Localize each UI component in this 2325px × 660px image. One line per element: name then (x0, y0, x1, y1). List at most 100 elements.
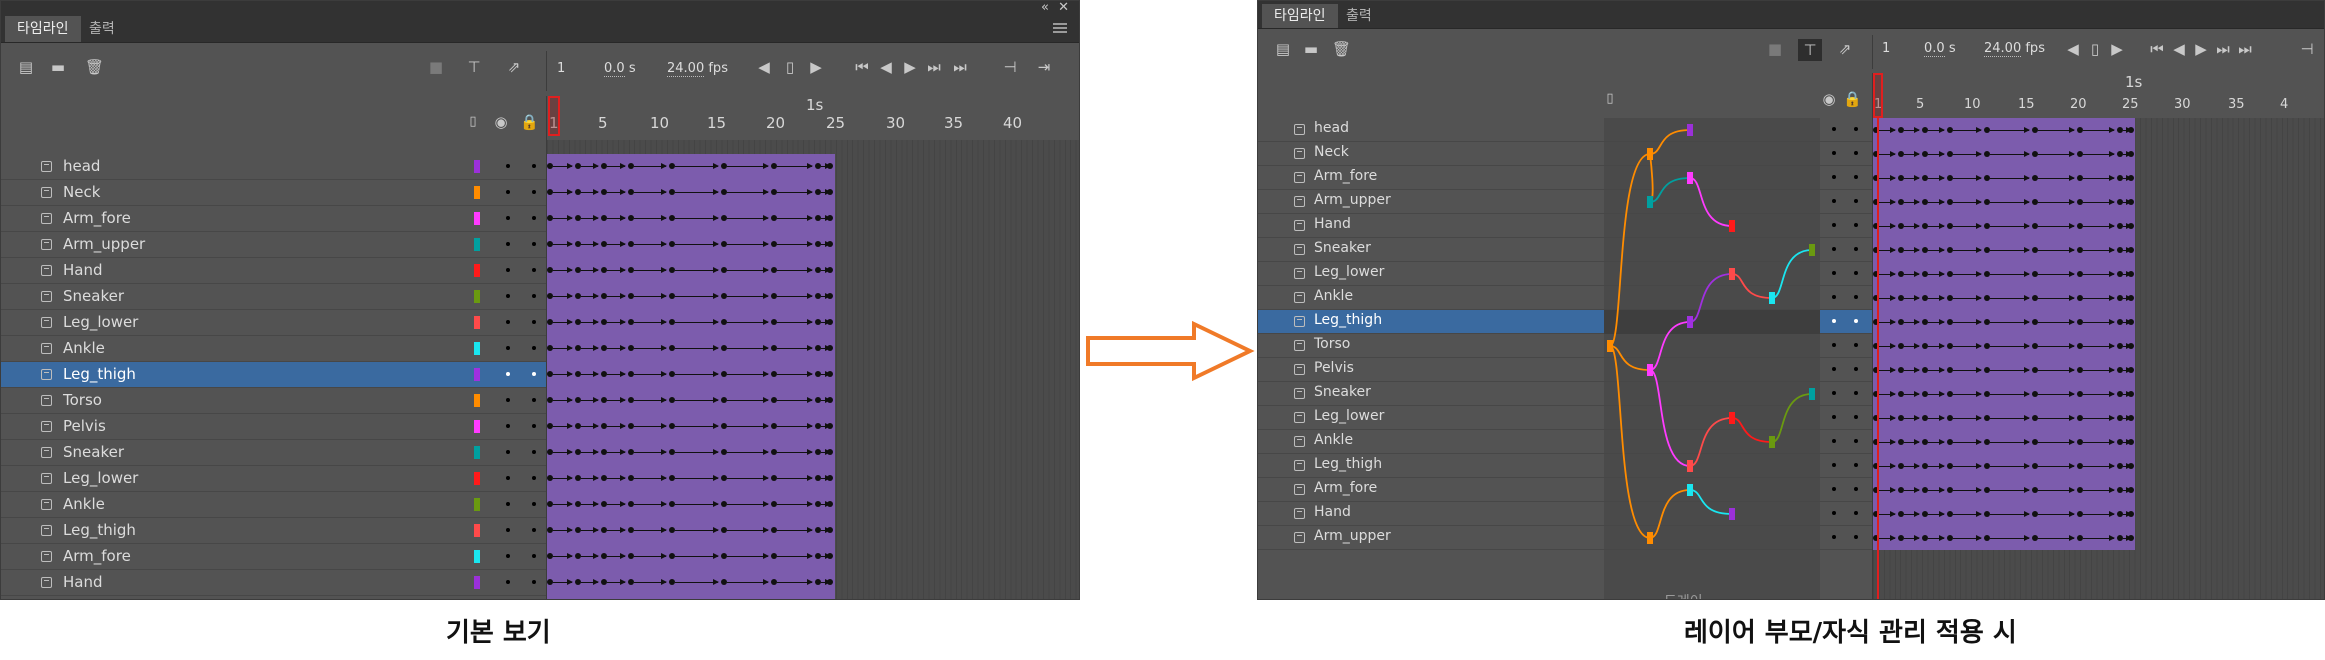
loop-icon[interactable]: ⊣ (1001, 59, 1019, 75)
keyframe[interactable] (2128, 343, 2134, 349)
layer-name[interactable]: Torso (1314, 336, 1350, 352)
layer-name[interactable]: Sneaker (63, 443, 124, 461)
keyframe[interactable] (2128, 175, 2134, 181)
lock-dot[interactable] (532, 242, 536, 246)
frame-area[interactable] (547, 140, 1079, 599)
visibility-dot[interactable] (1832, 511, 1836, 515)
parent-node[interactable] (1647, 364, 1653, 376)
layer-name[interactable]: Arm_fore (1314, 168, 1377, 184)
lock-dot[interactable] (532, 424, 536, 428)
visibility-dot[interactable] (506, 320, 510, 324)
layer-color-swatch[interactable] (474, 446, 480, 459)
parent-node[interactable] (1647, 532, 1653, 544)
graph-icon[interactable]: ⇗ (505, 59, 523, 75)
play-icon[interactable]: ▶ (901, 59, 919, 75)
layer-name[interactable]: Leg_lower (63, 469, 138, 487)
visibility-dot[interactable] (506, 190, 510, 194)
new-layer-icon[interactable]: ▤ (17, 59, 35, 75)
tab-output[interactable]: 출력 (1334, 4, 1384, 28)
next-frame-icon[interactable]: ⏭ (2214, 41, 2232, 57)
camera-icon[interactable]: ■ (427, 59, 445, 75)
eye-icon[interactable]: ◉ (1820, 91, 1838, 107)
new-folder-icon[interactable]: ▬ (1302, 41, 1320, 57)
layer-color-swatch[interactable] (474, 524, 480, 537)
layer-row[interactable]: Hand (1, 258, 546, 284)
visibility-dot[interactable] (1832, 391, 1836, 395)
tab-timeline[interactable]: 타임라인 (5, 16, 81, 42)
step-forward-icon[interactable]: ▶ (2108, 41, 2126, 57)
lock-dot[interactable] (1854, 247, 1858, 251)
visibility-dot[interactable] (1832, 343, 1836, 347)
layer-color-swatch[interactable] (474, 576, 480, 589)
lock-dot[interactable] (532, 164, 536, 168)
layer-name[interactable]: Arm_fore (1314, 480, 1377, 496)
layer-row[interactable]: Torso (1, 388, 546, 414)
playhead[interactable] (548, 96, 560, 136)
layer-name[interactable]: Leg_lower (63, 313, 138, 331)
layer-color-swatch[interactable] (474, 316, 480, 329)
keyframe[interactable] (827, 163, 833, 169)
layer-row[interactable]: Hand (1, 570, 546, 596)
prev-frame-icon[interactable]: ◀︎ (877, 59, 895, 75)
lock-icon[interactable]: 🔒 (1843, 91, 1862, 107)
step-back-icon[interactable]: ◀ (2064, 41, 2082, 57)
layer-name[interactable]: Leg_thigh (1314, 456, 1382, 472)
keyframe[interactable] (2128, 319, 2134, 325)
lock-dot[interactable] (1854, 487, 1858, 491)
layer-row[interactable]: Leg_thigh (1, 362, 546, 388)
layer-row[interactable]: Arm_upper (1, 596, 546, 599)
visibility-dot[interactable] (506, 580, 510, 584)
keyframe[interactable] (2128, 439, 2134, 445)
keyframe[interactable] (2128, 127, 2134, 133)
layer-color-swatch[interactable] (474, 290, 480, 303)
layer-color-swatch[interactable] (474, 264, 480, 277)
parent-node[interactable] (1687, 172, 1693, 184)
visibility-dot[interactable] (506, 268, 510, 272)
lock-dot[interactable] (532, 554, 536, 558)
layer-color-swatch[interactable] (474, 186, 480, 199)
prev-frame-icon[interactable]: ◀︎ (2170, 41, 2188, 57)
layer-row[interactable]: head (1, 154, 546, 180)
parent-node[interactable] (1647, 196, 1653, 208)
collapse-icon[interactable]: « (1041, 1, 1049, 15)
parent-node[interactable] (1729, 220, 1735, 232)
layer-color-swatch[interactable] (474, 472, 480, 485)
layer-color-swatch[interactable] (474, 394, 480, 407)
lock-dot[interactable] (1854, 199, 1858, 203)
layer-row[interactable]: Leg_lower (1, 466, 546, 492)
keyframe[interactable] (827, 423, 833, 429)
lock-dot[interactable] (1854, 271, 1858, 275)
visibility-dot[interactable] (1832, 295, 1836, 299)
layer-name[interactable]: Arm_upper (1314, 528, 1391, 544)
layer-name[interactable]: Torso (63, 391, 102, 409)
keyframe[interactable] (2128, 463, 2134, 469)
layer-color-swatch[interactable] (474, 420, 480, 433)
lock-dot[interactable] (1854, 391, 1858, 395)
parent-node[interactable] (1607, 340, 1613, 352)
layer-color-swatch[interactable] (474, 160, 480, 173)
delete-layer-icon[interactable]: 🗑 (85, 59, 104, 75)
close-icon[interactable]: ✕ (1058, 1, 1069, 15)
parent-node[interactable] (1729, 508, 1735, 520)
lock-dot[interactable] (1854, 127, 1858, 131)
lock-dot[interactable] (532, 372, 536, 376)
lock-dot[interactable] (532, 450, 536, 454)
layer-row[interactable]: Leg_thigh (1, 518, 546, 544)
keyframe[interactable] (827, 397, 833, 403)
keyframe[interactable] (827, 475, 833, 481)
keyframe[interactable] (2128, 199, 2134, 205)
visibility-dot[interactable] (1832, 463, 1836, 467)
keyframe[interactable] (827, 501, 833, 507)
layer-name[interactable]: Leg_lower (1314, 408, 1384, 424)
layer-name[interactable]: Neck (63, 183, 100, 201)
parent-node[interactable] (1809, 388, 1815, 400)
parent-node[interactable] (1687, 124, 1693, 136)
lock-dot[interactable] (1854, 151, 1858, 155)
lock-dot[interactable] (532, 398, 536, 402)
lock-dot[interactable] (532, 268, 536, 272)
outline-icon[interactable]: ▯ (464, 114, 482, 130)
layer-row[interactable]: Ankle (1, 336, 546, 362)
lock-dot[interactable] (532, 476, 536, 480)
lock-icon[interactable]: 🔒 (520, 114, 539, 130)
keyframe[interactable] (827, 267, 833, 273)
